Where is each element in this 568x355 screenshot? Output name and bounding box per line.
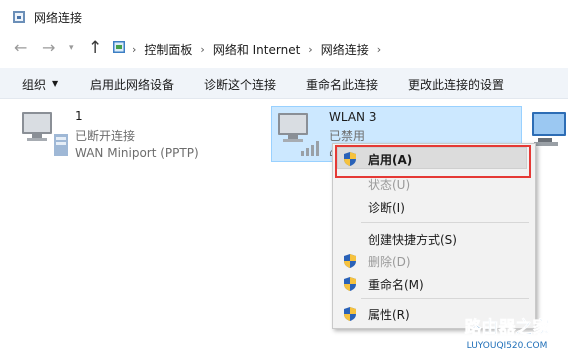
adapter-name: 1 — [75, 109, 83, 123]
menu-item-label: 删除(D) — [368, 255, 411, 269]
adapter-status: 已禁用 — [329, 129, 366, 143]
menu-item-label: 属性(R) — [368, 308, 410, 322]
change-settings-button[interactable]: 更改此连接的设置 — [408, 76, 504, 93]
adapter-tile[interactable]: 1 已断开连接 WAN Miniport (PPTP) — [18, 106, 248, 162]
network-connections-icon — [13, 11, 25, 23]
adapter-status: 已断开连接 — [75, 129, 136, 143]
menu-item-label: 创建快捷方式(S) — [368, 233, 457, 247]
breadcrumb-separator[interactable]: › — [377, 43, 381, 56]
svg-text:LUYOUQI520.COM: LUYOUQI520.COM — [467, 341, 548, 351]
back-button[interactable]: ← — [14, 40, 27, 56]
rename-connection-button[interactable]: 重命名此连接 — [306, 76, 378, 93]
adapter-name: WLAN 3 — [329, 110, 377, 124]
computer-icon — [22, 112, 52, 141]
breadcrumb-root-chevron[interactable]: › — [132, 43, 136, 56]
uac-shield-icon — [344, 254, 356, 268]
breadcrumb: › 控制面板 › 网络和 Internet › 网络连接 › — [132, 41, 389, 58]
forward-button[interactable]: → — [42, 40, 55, 56]
breadcrumb-separator[interactable]: › — [200, 43, 204, 56]
menu-item-label: 重命名(M) — [368, 278, 424, 292]
organize-caret-icon: ▼ — [52, 79, 59, 88]
svg-text:路由器之家: 路由器之家 — [465, 317, 550, 338]
menu-item-create-shortcut[interactable]: 创建快捷方式(S) — [333, 228, 535, 250]
window-title: 网络连接 — [34, 11, 83, 25]
watermark-logo: 路由器之家 LUYOUQI520.COM — [464, 317, 550, 351]
breadcrumb-network-connections[interactable]: 网络连接 — [321, 41, 369, 58]
adapter-device: WAN Miniport (PPTP) — [75, 146, 199, 160]
menu-item-rename[interactable]: 重命名(M) — [333, 273, 535, 295]
menu-separator — [361, 222, 529, 223]
wifi-signal-icon — [301, 141, 319, 156]
adapter-device-icon — [54, 134, 68, 156]
menu-item-diagnose[interactable]: 诊断(I) — [333, 196, 535, 218]
uac-shield-icon — [344, 307, 356, 321]
uac-shield-icon — [344, 277, 356, 291]
title-bar — [0, 0, 568, 34]
breadcrumb-network-internet[interactable]: 网络和 Internet — [213, 41, 300, 58]
control-panel-icon — [113, 41, 125, 53]
enable-device-button[interactable]: 启用此网络设备 — [90, 76, 174, 93]
breadcrumb-control-panel[interactable]: 控制面板 — [144, 41, 192, 58]
recent-locations-dropdown[interactable]: ▾ — [69, 43, 74, 53]
menu-separator — [361, 298, 529, 299]
organize-button[interactable]: 组织 — [22, 76, 46, 93]
up-button[interactable]: ↑ — [88, 38, 102, 58]
annotation-highlight-box — [335, 145, 531, 178]
diagnose-connection-button[interactable]: 诊断这个连接 — [204, 76, 276, 93]
menu-item-delete[interactable]: 删除(D) — [333, 250, 535, 272]
menu-item-label: 状态(U) — [368, 178, 411, 192]
menu-item-label: 诊断(I) — [368, 201, 405, 215]
breadcrumb-separator[interactable]: › — [308, 43, 312, 56]
